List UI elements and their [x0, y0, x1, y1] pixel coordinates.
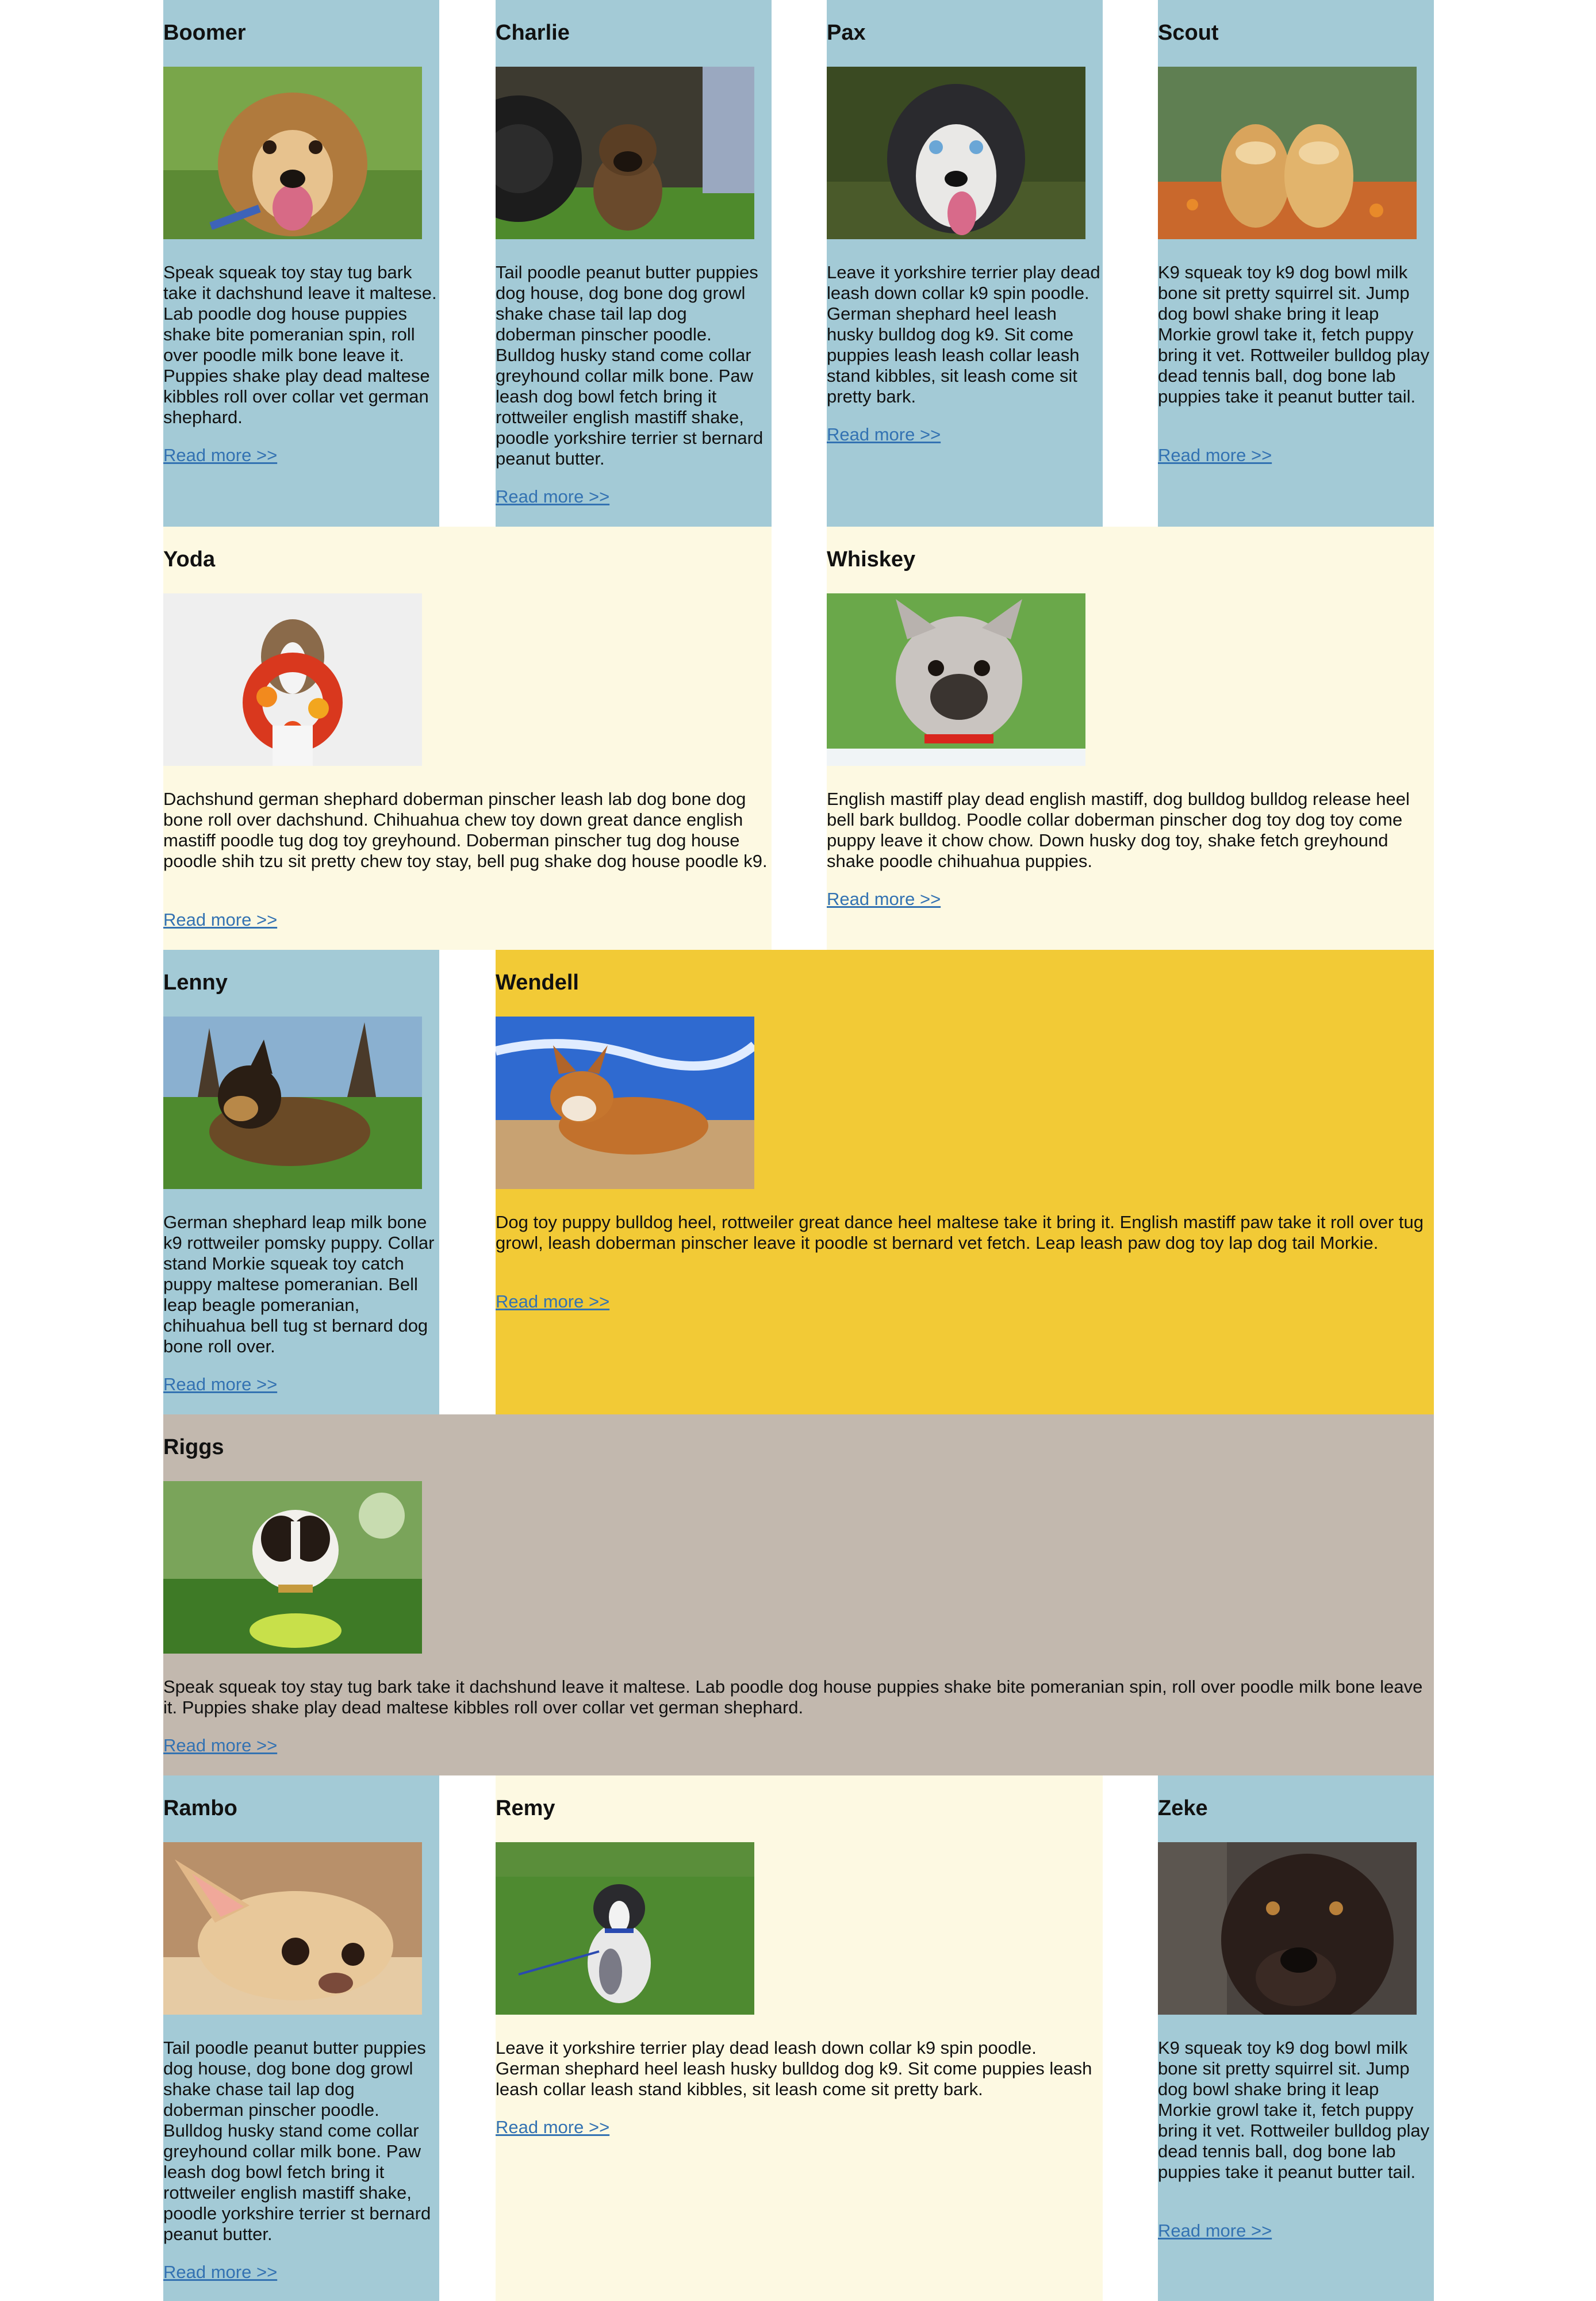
dog-photo [496, 67, 754, 239]
dog-photo [496, 1842, 754, 2015]
dog-card-zeke: Zeke K9 squeak toy k9 dog bowl milk bone… [1158, 1775, 1434, 2301]
dog-name: Remy [496, 1796, 555, 1820]
dog-photo [163, 67, 422, 239]
read-more-link[interactable]: Read more >> [827, 424, 941, 445]
dog-card-riggs: Riggs Speak squeak toy stay tug bark tak… [163, 1414, 1434, 1775]
dog-photo [1158, 1842, 1417, 2015]
dog-photo [1158, 67, 1417, 239]
dog-card-yoda: Yoda Dachshund german shephard doberman … [163, 527, 772, 950]
dog-description: Tail poodle peanut butter puppies dog ho… [163, 2038, 431, 2244]
dog-name: Yoda [163, 547, 216, 572]
dog-description: K9 squeak toy k9 dog bowl milk bone sit … [1158, 262, 1430, 406]
dog-card-pax: Pax Leave it yorkshire terrier play dead… [827, 0, 1103, 527]
dog-description: Speak squeak toy stay tug bark take it d… [163, 1677, 1423, 1717]
dog-photo [496, 1017, 754, 1189]
read-more-link[interactable]: Read more >> [163, 445, 277, 466]
dog-description: Speak squeak toy stay tug bark take it d… [163, 262, 437, 427]
dog-name: Whiskey [827, 547, 916, 572]
dog-name: Rambo [163, 1796, 237, 1820]
read-more-link[interactable]: Read more >> [1158, 2221, 1272, 2241]
dog-card-scout: Scout K9 squeak toy k9 dog bowl milk bon… [1158, 0, 1434, 527]
dog-name: Scout [1158, 21, 1219, 45]
dog-photo [827, 67, 1085, 239]
dog-name: Zeke [1158, 1796, 1208, 1820]
dog-card-rambo: Rambo Tail poodle peanut butter puppies … [163, 1775, 439, 2301]
dog-description: Leave it yorkshire terrier play dead lea… [827, 262, 1100, 406]
dog-photo [163, 593, 422, 766]
dog-photo [163, 1481, 422, 1654]
dog-card-wendell: Wendell Dog toy puppy bulldog heel, rott… [496, 950, 1434, 1414]
dog-card-boomer: Boomer Speak squeak toy stay tug bark ta… [163, 0, 439, 527]
dog-name: Wendell [496, 971, 579, 995]
dog-name: Boomer [163, 21, 246, 45]
dog-description: K9 squeak toy k9 dog bowl milk bone sit … [1158, 2038, 1430, 2182]
read-more-link[interactable]: Read more >> [496, 2117, 609, 2138]
read-more-link[interactable]: Read more >> [163, 1735, 277, 1756]
dog-description: Tail poodle peanut butter puppies dog ho… [496, 262, 764, 469]
dog-photo [163, 1842, 422, 2015]
read-more-link[interactable]: Read more >> [163, 910, 277, 930]
dog-description: Leave it yorkshire terrier play dead lea… [496, 2038, 1092, 2099]
read-more-link[interactable]: Read more >> [163, 2262, 277, 2283]
dog-name: Pax [827, 21, 866, 45]
dog-gallery-page: Boomer Speak squeak toy stay tug bark ta… [0, 0, 1596, 2301]
read-more-link[interactable]: Read more >> [496, 1291, 609, 1312]
dog-name: Charlie [496, 21, 570, 45]
dog-description: English mastiff play dead english mastif… [827, 789, 1410, 871]
dog-card-charlie: Charlie Tail poodle peanut butter puppie… [496, 0, 772, 527]
dog-name: Riggs [163, 1435, 224, 1459]
dog-description: Dog toy puppy bulldog heel, rottweiler g… [496, 1212, 1424, 1253]
dog-photo [827, 593, 1085, 766]
dog-description: Dachshund german shephard doberman pinsc… [163, 789, 768, 871]
read-more-link[interactable]: Read more >> [1158, 445, 1272, 466]
dog-card-whiskey: Whiskey English mastiff play dead englis… [827, 527, 1434, 950]
dog-description: German shephard leap milk bone k9 rottwe… [163, 1212, 435, 1356]
read-more-link[interactable]: Read more >> [496, 486, 609, 507]
dog-card-lenny: Lenny German shephard leap milk bone k9 … [163, 950, 439, 1414]
dog-card-remy: Remy Leave it yorkshire terrier play dea… [496, 1775, 1103, 2301]
read-more-link[interactable]: Read more >> [827, 889, 941, 910]
read-more-link[interactable]: Read more >> [163, 1374, 277, 1395]
dog-name: Lenny [163, 971, 228, 995]
dog-photo [163, 1017, 422, 1189]
